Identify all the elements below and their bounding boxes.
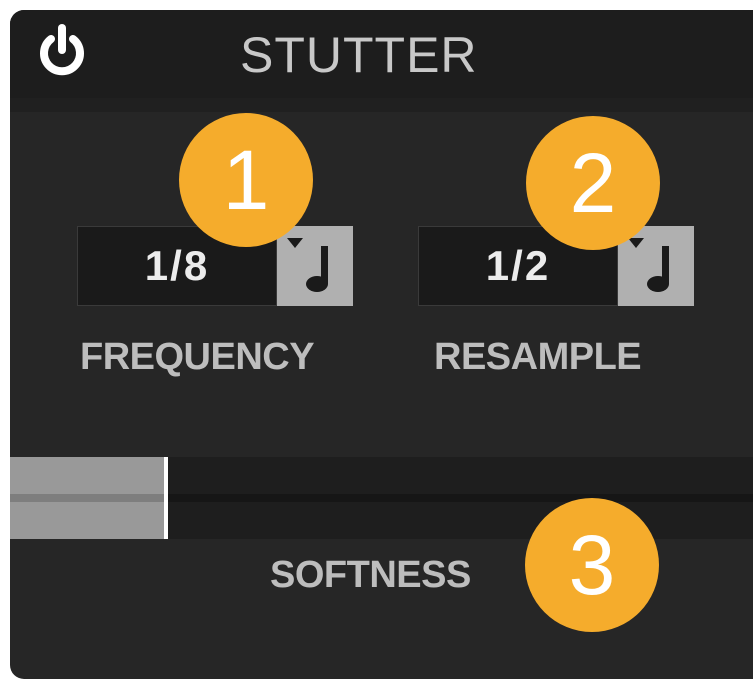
softness-slider-groove-fill [10, 494, 166, 502]
callout-badge-2: 2 [526, 116, 660, 250]
resample-label: RESAMPLE [434, 336, 642, 378]
frequency-label: FREQUENCY [80, 336, 315, 378]
stutter-device-panel: STUTTER 1/8 FREQUENCY 1/2 RESAMPLE SOFTN… [10, 10, 753, 679]
softness-label: SOFTNESS [270, 554, 471, 596]
quarter-note-icon [287, 238, 328, 292]
callout-badge-3: 3 [525, 498, 659, 632]
power-icon [40, 24, 84, 76]
frequency-sync-toggle[interactable] [277, 226, 353, 306]
device-header: STUTTER [10, 10, 753, 98]
power-toggle-button[interactable] [34, 24, 90, 80]
callout-badge-1: 1 [179, 113, 313, 247]
device-title: STUTTER [240, 27, 478, 83]
header-divider [10, 98, 753, 112]
softness-slider-handle[interactable] [164, 457, 168, 539]
